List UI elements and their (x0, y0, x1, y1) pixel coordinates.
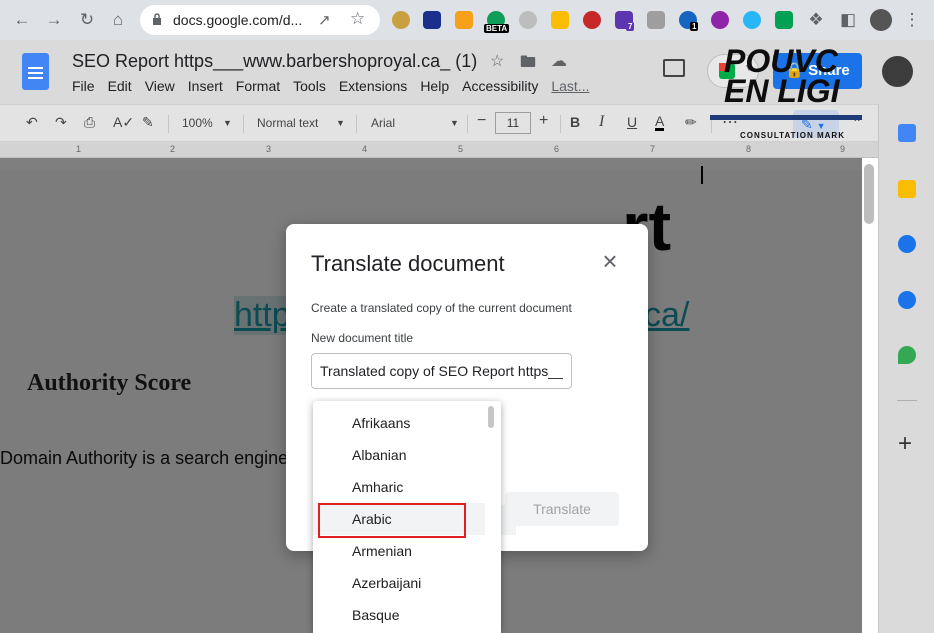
move-folder-icon[interactable]: 🖿 (520, 51, 536, 78)
menu-tools[interactable]: Tools (293, 78, 326, 94)
menu-extensions[interactable]: Extensions (339, 78, 407, 94)
close-icon[interactable]: × (598, 248, 622, 274)
font-size-input[interactable]: 11 (495, 112, 531, 134)
side-panel-icon[interactable]: ◧ (836, 8, 860, 32)
extension-code-icon[interactable] (647, 11, 665, 29)
menu-accessibility[interactable]: Accessibility (462, 78, 538, 94)
link-badge: 1 (690, 22, 699, 31)
text-cursor (701, 166, 703, 184)
bold-button[interactable]: B (570, 114, 580, 130)
italic-button[interactable]: I (599, 113, 604, 131)
spellcheck-icon[interactable]: A✓ (113, 114, 134, 131)
language-option-armenian[interactable]: Armenian (313, 535, 485, 567)
home-icon[interactable]: ⌂ (106, 8, 130, 32)
back-arrow-icon[interactable]: ← (10, 8, 34, 32)
menu-edit[interactable]: Edit (108, 78, 132, 94)
dialog-title: Translate document (311, 251, 505, 276)
extension-green-icon[interactable] (775, 11, 793, 29)
side-panel: + (878, 104, 934, 633)
font-select[interactable]: Arial (371, 116, 395, 130)
language-option-albanian[interactable]: Albanian (313, 439, 485, 471)
extension-seo-red-icon[interactable] (583, 11, 601, 29)
extension-chart-icon[interactable] (423, 11, 441, 29)
underline-button[interactable]: U (627, 114, 637, 130)
document-logo: POUVC EN LIGI (724, 43, 840, 109)
vertical-scrollbar[interactable] (864, 164, 874, 224)
document-link[interactable]: http (234, 296, 291, 335)
address-bar[interactable]: docs.google.com/d... ↗ ☆ (140, 5, 380, 35)
purple-badge: 7 (626, 22, 635, 31)
extension-k-icon[interactable] (519, 11, 537, 29)
menu-file[interactable]: File (72, 78, 95, 94)
paint-format-icon[interactable]: ✎ (142, 114, 154, 131)
bookmark-star-icon[interactable]: ☆ (350, 9, 365, 29)
menu-format[interactable]: Format (236, 78, 280, 94)
url-text: docs.google.com/d... (173, 12, 303, 28)
keep-icon[interactable] (898, 180, 916, 198)
style-select[interactable]: Normal text (257, 116, 318, 130)
user-avatar[interactable] (882, 56, 913, 87)
document-title[interactable]: SEO Report https___www.barbershoproyal.c… (72, 51, 477, 72)
extension-seo-icon[interactable] (455, 11, 473, 29)
new-title-input[interactable] (311, 353, 572, 389)
redo-icon[interactable]: ↷ (55, 114, 67, 131)
text-color-button[interactable]: A (655, 114, 665, 131)
menu-insert[interactable]: Insert (188, 78, 223, 94)
extension-ring-icon[interactable] (743, 11, 761, 29)
dropdown-scrollbar[interactable] (488, 406, 494, 428)
chevron-down-icon: ▼ (223, 118, 232, 128)
chevron-down-icon: ▼ (450, 118, 459, 128)
menu-view[interactable]: View (145, 78, 175, 94)
last-edit-link[interactable]: Last... (551, 78, 589, 94)
lock-icon (153, 13, 161, 25)
increase-font-size-button[interactable]: + (539, 112, 548, 130)
print-icon[interactable]: ⎙ (84, 114, 95, 131)
section-heading: Authority Score (27, 370, 192, 396)
translate-button[interactable]: Translate (505, 492, 619, 526)
language-option-azerbaijani[interactable]: Azerbaijani (313, 567, 485, 599)
star-icon[interactable]: ☆ (490, 51, 504, 71)
extension-note-icon[interactable] (551, 11, 569, 29)
calendar-icon[interactable] (898, 124, 916, 142)
ruler: 1 2 3 4 5 6 7 8 9 (0, 142, 878, 158)
forward-arrow-icon[interactable]: → (42, 8, 66, 32)
language-option-afrikaans[interactable]: Afrikaans (313, 407, 485, 439)
chrome-menu-icon[interactable]: ⋮ (900, 8, 924, 32)
maps-icon[interactable] (898, 346, 916, 364)
highlight-pen-icon[interactable]: ✏ (685, 114, 697, 131)
menu-help[interactable]: Help (420, 78, 449, 94)
puzzle-icon[interactable]: ❖ (804, 8, 828, 32)
dialog-description: Create a translated copy of the current … (311, 301, 572, 315)
contacts-icon[interactable] (898, 291, 916, 309)
extension-eyes-icon[interactable] (392, 11, 410, 29)
language-option-basque[interactable]: Basque (313, 599, 485, 631)
annotation-highlight-box (318, 503, 466, 538)
comment-history-icon[interactable] (663, 59, 685, 77)
add-addon-icon[interactable]: + (898, 432, 912, 456)
share-page-icon[interactable]: ↗ (318, 11, 331, 29)
menu-bar: File Edit View Insert Format Tools Extensions H… (72, 78, 603, 94)
beta-badge: BETA (484, 24, 510, 33)
extension-circle-icon[interactable] (711, 11, 729, 29)
language-option-amharic[interactable]: Amharic (313, 471, 485, 503)
logo-subtitle: CONSULTATION MARK (740, 131, 845, 140)
zoom-select[interactable]: 100% (182, 116, 213, 130)
decrease-font-size-button[interactable]: − (477, 112, 486, 130)
cloud-status-icon[interactable]: ☁ (551, 51, 567, 71)
logo-stripe (710, 115, 862, 120)
chevron-down-icon: ▼ (336, 118, 345, 128)
new-title-label: New document title (311, 331, 414, 345)
document-link-end[interactable]: ca/ (644, 296, 689, 335)
profile-avatar[interactable] (870, 9, 892, 31)
browser-toolbar: ← → ↻ ⌂ docs.google.com/d... ↗ ☆ BETA 7 … (0, 0, 934, 40)
tasks-icon[interactable] (898, 235, 916, 253)
docs-logo-icon[interactable] (22, 53, 49, 90)
chevron-down-icon: ▼ (816, 121, 826, 131)
reload-icon[interactable]: ↻ (75, 8, 99, 32)
undo-icon[interactable]: ↶ (26, 114, 38, 131)
